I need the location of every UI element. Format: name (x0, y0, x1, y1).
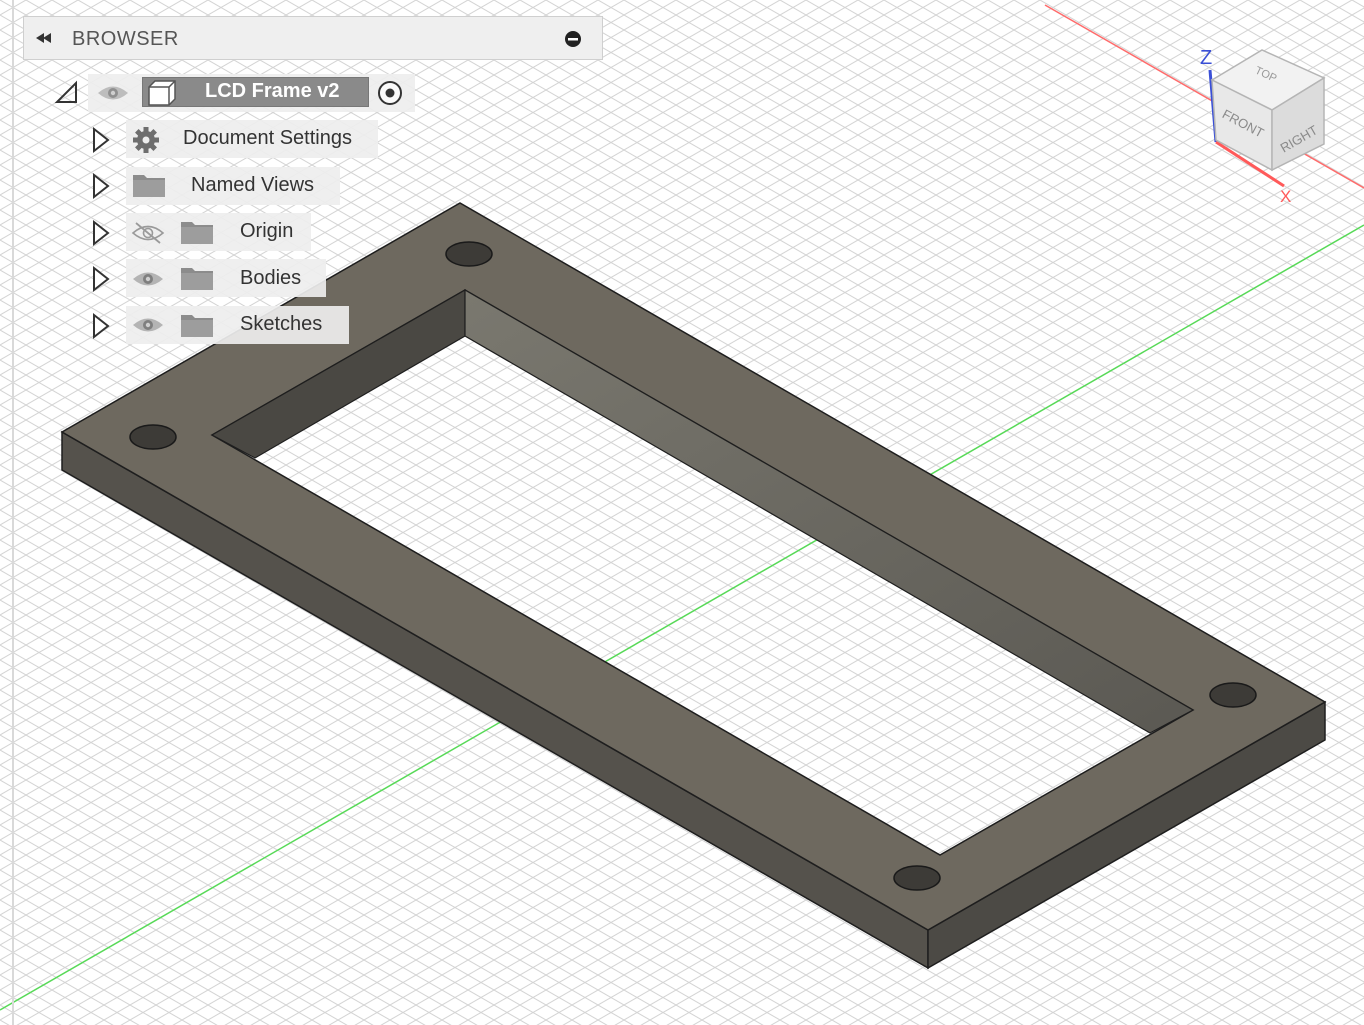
folder-icon (133, 175, 165, 197)
folder-icon (181, 222, 213, 244)
panel-divider (12, 0, 14, 1025)
visibility-eye-icon[interactable] (131, 314, 165, 336)
viewcube[interactable]: Z X TOP FRONT RIGHT (1190, 40, 1364, 210)
x-axis-label: X (1280, 187, 1291, 206)
expand-triangle-icon[interactable] (90, 312, 112, 340)
browser-item-label: Bodies (240, 267, 302, 289)
mounting-hole (129, 424, 177, 450)
collapse-triangle-icon[interactable] (54, 80, 80, 106)
activate-radio-icon[interactable] (377, 80, 403, 106)
browser-item-label: Document Settings (183, 127, 352, 149)
root-component-label[interactable]: LCD Frame v2 (205, 80, 340, 103)
mounting-hole (893, 865, 941, 891)
visibility-eye-icon[interactable] (131, 268, 165, 290)
expand-triangle-icon[interactable] (90, 172, 112, 200)
folder-icon (181, 268, 213, 290)
folder-icon (181, 315, 213, 337)
expand-triangle-icon[interactable] (90, 126, 112, 154)
expand-triangle-icon[interactable] (90, 219, 112, 247)
z-axis-label: Z (1200, 47, 1212, 69)
mounting-hole (1209, 682, 1257, 708)
mounting-hole (445, 241, 493, 267)
panel-options-icon[interactable] (564, 30, 582, 48)
browser-title: BROWSER (72, 28, 179, 50)
expand-triangle-icon[interactable] (90, 265, 112, 293)
browser-item-label: Sketches (240, 313, 323, 335)
gear-icon (133, 127, 159, 153)
browser-item-label: Origin (240, 220, 294, 242)
component-icon (148, 80, 176, 106)
browser-item-label: Named Views (191, 174, 315, 196)
visibility-eye-icon[interactable] (96, 82, 130, 104)
collapse-panel-icon[interactable] (34, 29, 54, 47)
browser-panel-header: BROWSER (23, 16, 603, 60)
visibility-hidden-icon[interactable] (131, 221, 165, 245)
